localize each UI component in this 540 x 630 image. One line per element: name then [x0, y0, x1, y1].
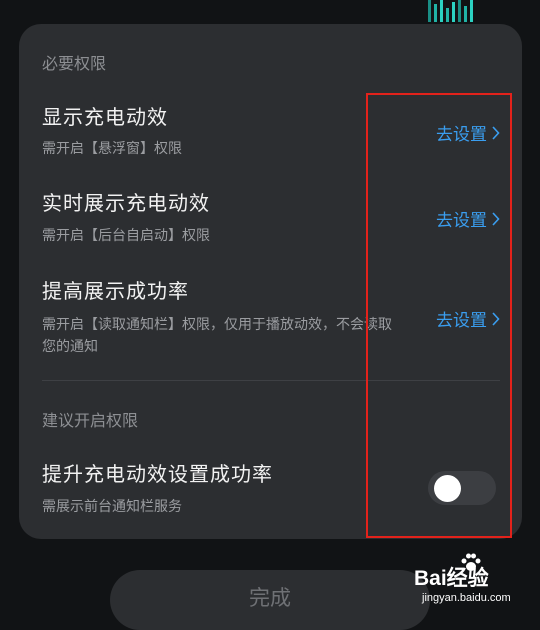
watermark-brand: Bai经验	[414, 567, 489, 590]
item-title-display-animation: 显示充电动效	[42, 105, 168, 129]
item-title-success-rate: 提高展示成功率	[42, 279, 189, 303]
boost-success-toggle[interactable]	[428, 471, 496, 505]
goto-settings-label: 去设置	[436, 125, 487, 145]
done-button[interactable]: 完成	[110, 570, 430, 630]
toggle-knob	[434, 475, 461, 502]
required-section-title: 必要权限	[42, 54, 107, 73]
item-desc-realtime-animation: 需开启【后台自启动】权限	[42, 228, 210, 244]
goto-settings-button-3[interactable]: 去设置	[436, 306, 500, 331]
item-desc-success-rate: 需开启【读取通知栏】权限，仅用于播放动效，不会读取您的通知	[42, 317, 392, 355]
goto-settings-button-2[interactable]: 去设置	[436, 206, 500, 231]
watermark-url: jingyan.baidu.com	[422, 592, 511, 604]
goto-settings-button-1[interactable]: 去设置	[436, 120, 500, 145]
chevron-right-icon	[492, 311, 500, 326]
item-desc-boost-success: 需展示前台通知栏服务	[42, 499, 182, 515]
item-title-realtime-animation: 实时展示充电动效	[42, 191, 210, 215]
equalizer-decoration	[428, 0, 473, 22]
chevron-right-icon	[492, 211, 500, 226]
item-title-boost-success: 提升充电动效设置成功率	[42, 462, 273, 486]
section-divider	[42, 380, 500, 381]
chevron-right-icon	[492, 125, 500, 140]
watermark: Bai经验 jingyan.baidu.com	[412, 552, 536, 610]
goto-settings-label: 去设置	[436, 211, 487, 231]
suggested-section-title: 建议开启权限	[42, 411, 139, 430]
goto-settings-label: 去设置	[436, 311, 487, 331]
permission-card: 必要权限 显示充电动效 需开启【悬浮窗】权限 去设置 实时展示充电动效 需开启【…	[19, 24, 522, 539]
item-desc-display-animation: 需开启【悬浮窗】权限	[42, 141, 182, 157]
